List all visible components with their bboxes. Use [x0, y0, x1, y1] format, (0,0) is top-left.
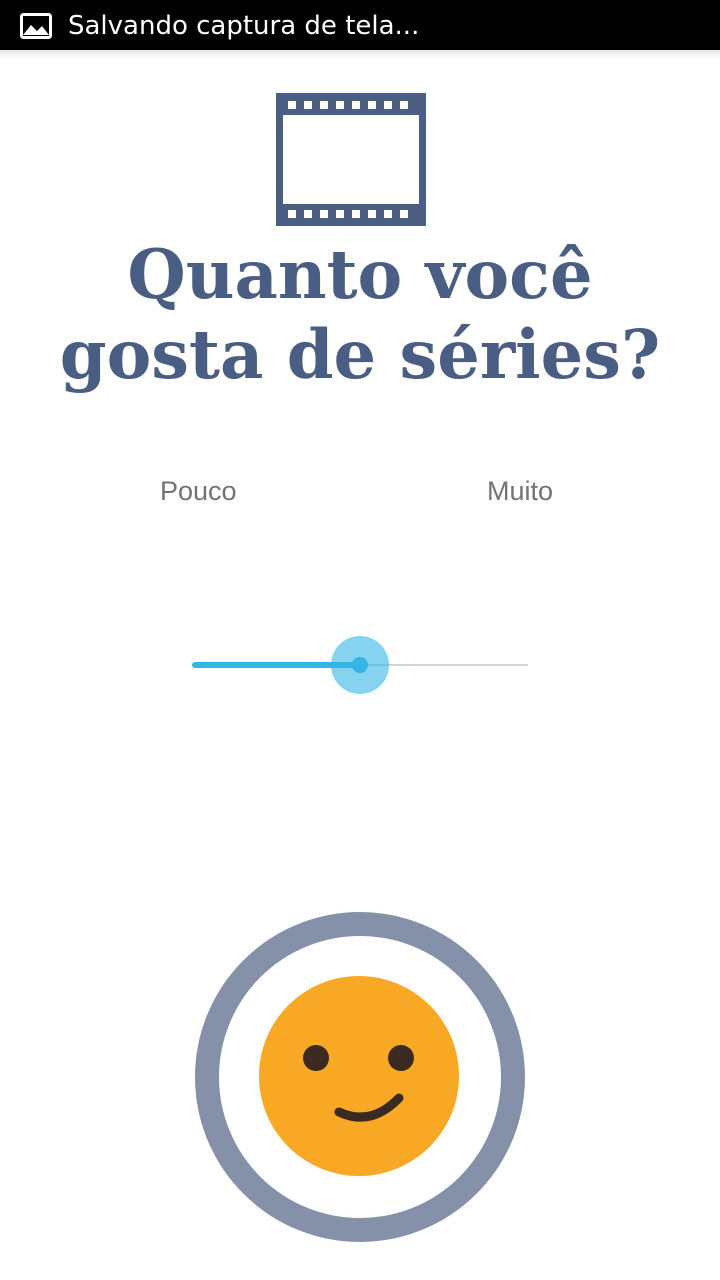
page-title: Quanto você gosta de séries?: [0, 235, 720, 395]
status-bar: Salvando captura de tela...: [0, 0, 720, 50]
film-strip-icon: [276, 93, 426, 226]
scale-min-label: Pouco: [160, 476, 237, 506]
smiley-face-icon: [195, 912, 525, 1242]
slider-thumb-dot[interactable]: [352, 657, 368, 673]
image-notification-icon: [20, 13, 52, 39]
rating-slider[interactable]: [192, 635, 528, 695]
scale-max-label: Muito: [487, 476, 554, 506]
status-text: Salvando captura de tela...: [68, 11, 420, 41]
title-line-1: Quanto você: [127, 235, 593, 314]
status-bar-shadow: [0, 50, 720, 58]
title-line-2: gosta de séries?: [59, 315, 661, 394]
